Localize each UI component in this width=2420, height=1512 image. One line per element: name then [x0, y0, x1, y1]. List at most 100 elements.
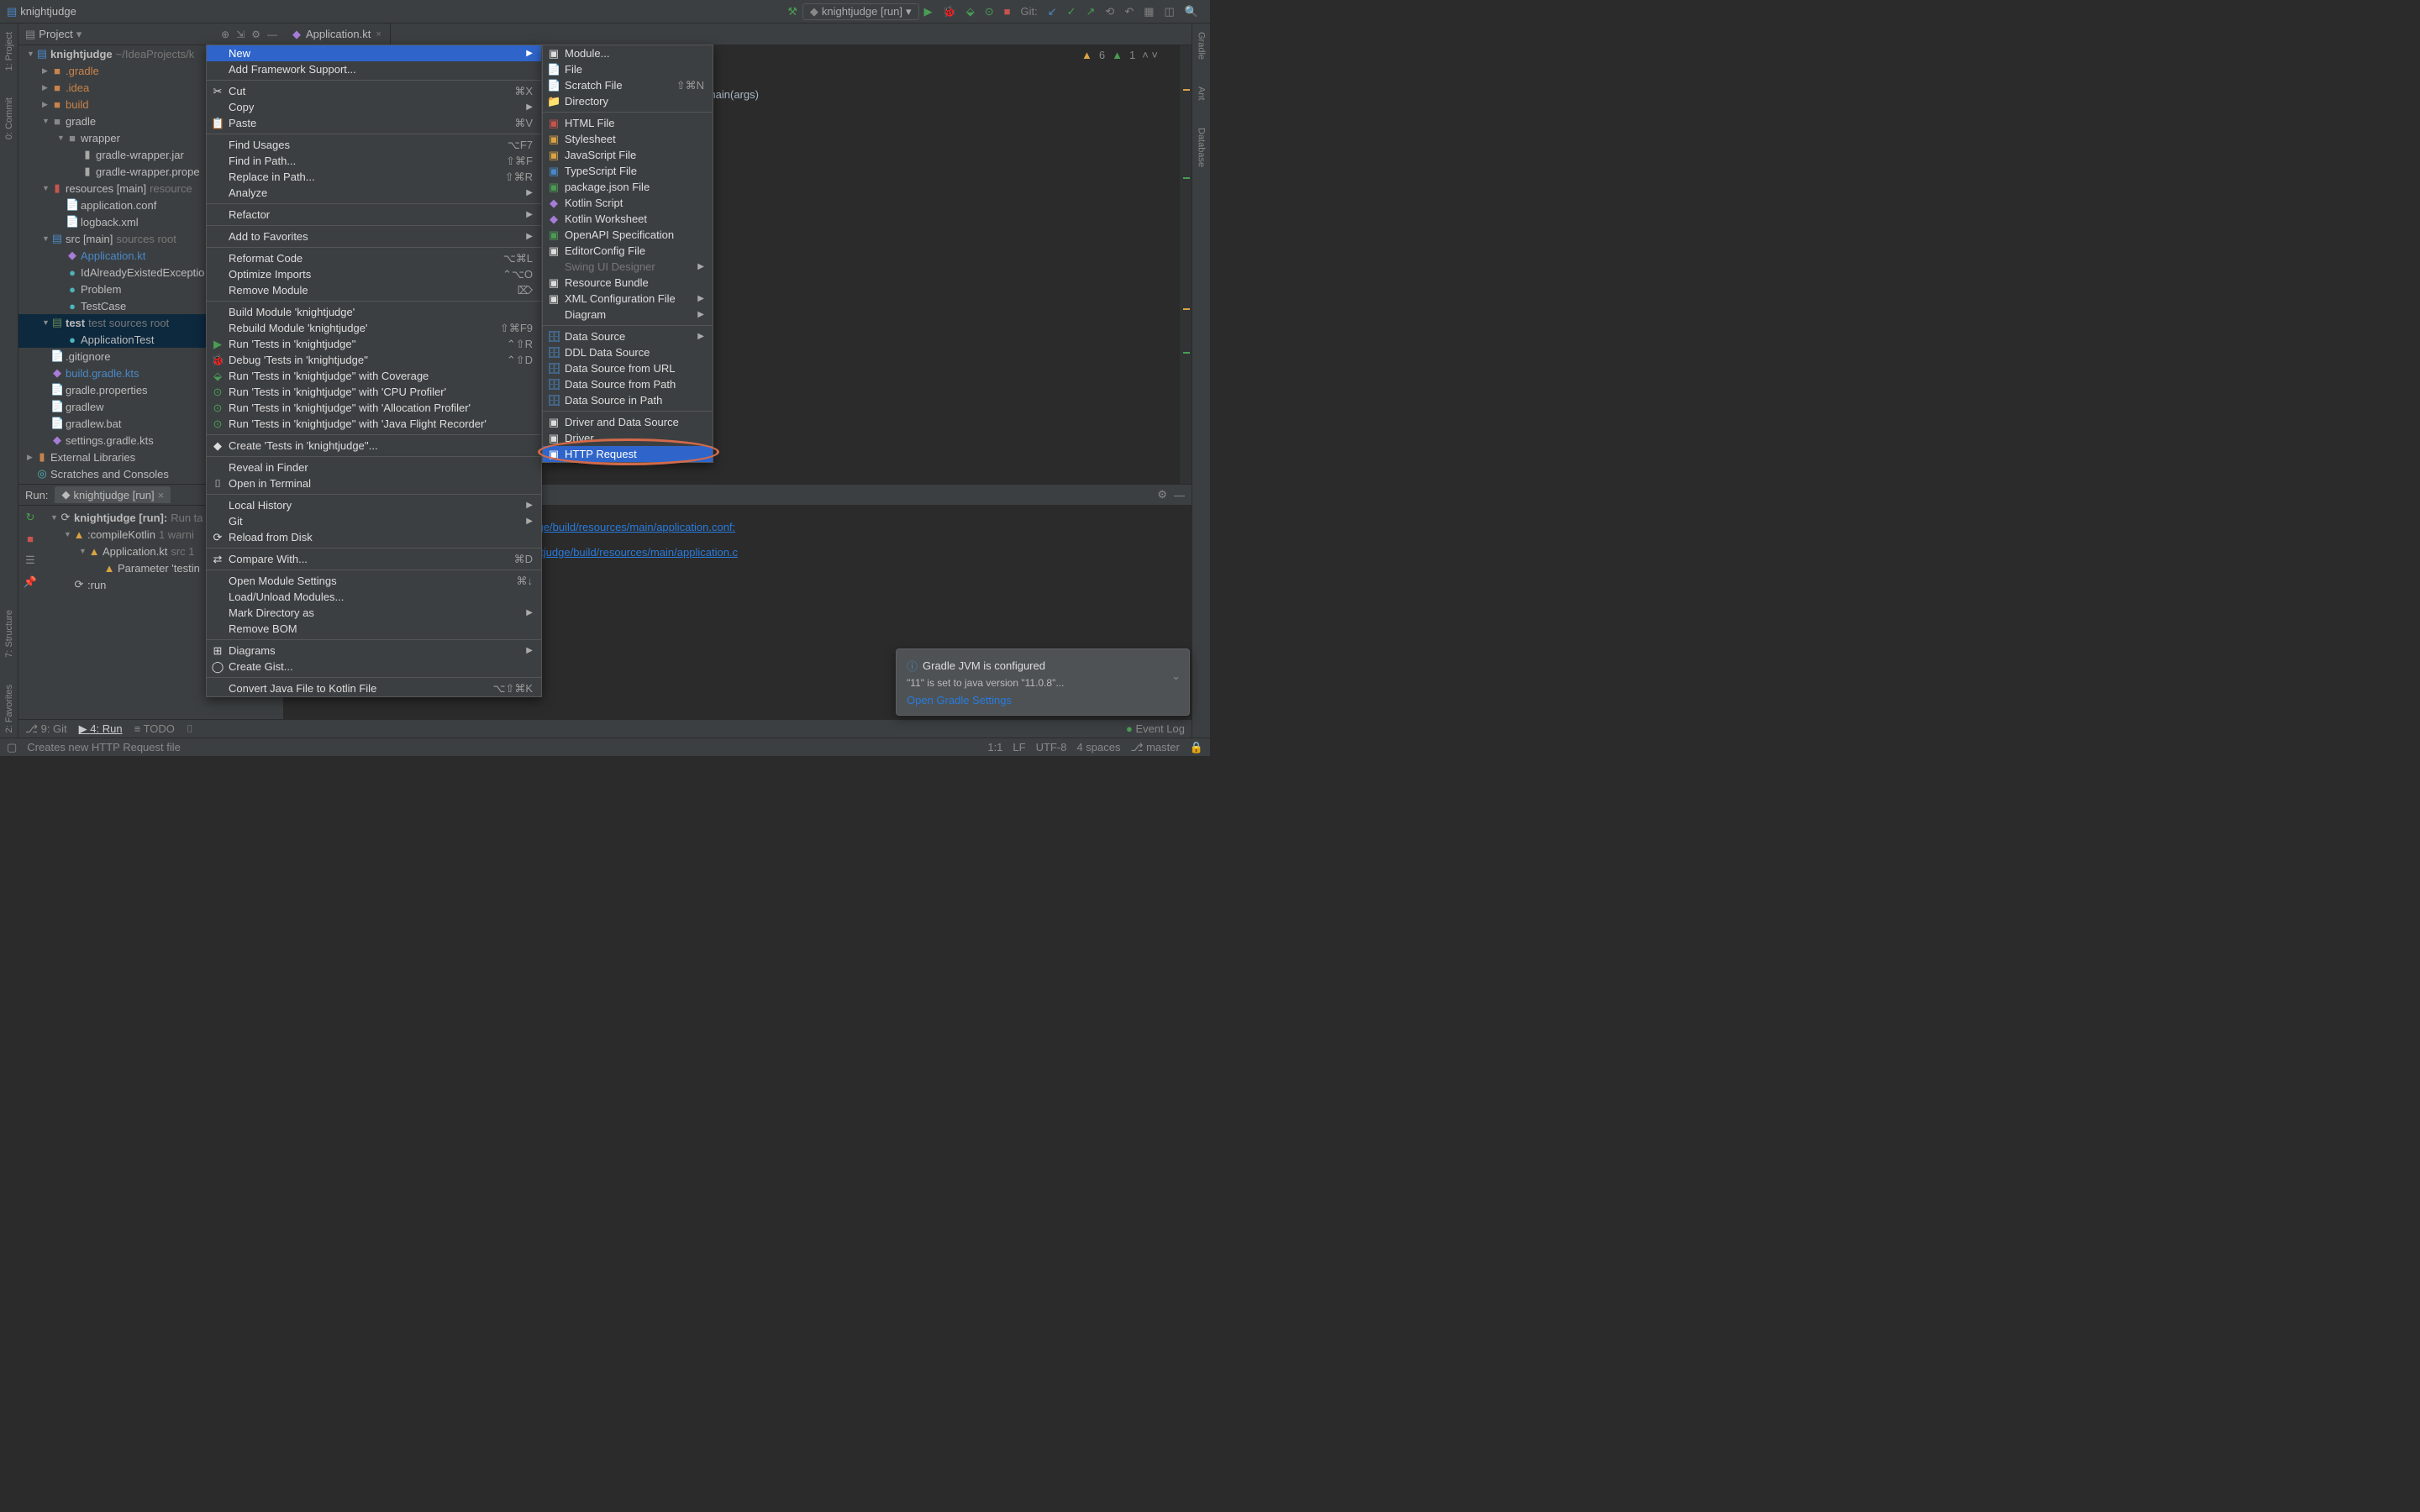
submenu-ddl[interactable]: 🗄DDL Data Source	[543, 344, 713, 360]
submenu-html[interactable]: ▣HTML File	[543, 115, 713, 131]
chevron-down-icon[interactable]: ▾	[76, 28, 82, 41]
gear-icon[interactable]: ⚙	[1157, 488, 1167, 501]
menu-convert-kotlin[interactable]: Convert Java File to Kotlin File⌥⇧⌘K	[207, 680, 541, 696]
submenu-file[interactable]: 📄File	[543, 61, 713, 77]
chevron-down-icon[interactable]: ⌄	[1171, 669, 1181, 683]
new-submenu[interactable]: ▣Module... 📄File 📄Scratch File⇧⌘N 📁Direc…	[542, 45, 713, 463]
git-history-icon[interactable]: ⟲	[1105, 5, 1114, 18]
run-tab[interactable]: ◆ knightjudge [run] ×	[55, 486, 171, 503]
hide-icon[interactable]: —	[1174, 489, 1185, 501]
menu-build-module[interactable]: Build Module 'knightjudge'	[207, 304, 541, 320]
context-menu[interactable]: New▶ Add Framework Support... ✂Cut⌘X Cop…	[206, 45, 542, 697]
menu-reload[interactable]: ⟳Reload from Disk	[207, 529, 541, 545]
terminal-tool[interactable]: ⌷	[187, 722, 193, 736]
submenu-package-json[interactable]: ▣package.json File	[543, 179, 713, 195]
git-rollback-icon[interactable]: ↶	[1124, 5, 1134, 18]
submenu-ts[interactable]: ▣TypeScript File	[543, 163, 713, 179]
menu-reveal[interactable]: Reveal in Finder	[207, 459, 541, 475]
editor-minimap[interactable]	[1180, 45, 1192, 484]
hide-icon[interactable]: —	[267, 29, 277, 40]
submenu-directory[interactable]: 📁Directory	[543, 93, 713, 109]
submenu-driver[interactable]: ▣Driver	[543, 430, 713, 446]
stop-icon[interactable]: ■	[1004, 5, 1011, 18]
run-tool[interactable]: ▶ 4: Run	[79, 722, 123, 736]
ide-layout-icon[interactable]: ◫	[1165, 5, 1175, 18]
git-commit-icon[interactable]: ✓	[1067, 5, 1076, 18]
menu-find-usages[interactable]: Find Usages⌥F7	[207, 137, 541, 153]
indent[interactable]: 4 spaces	[1076, 741, 1120, 753]
menu-new[interactable]: New▶	[207, 45, 541, 61]
search-icon[interactable]: 🔍	[1185, 5, 1198, 18]
menu-run-jfr[interactable]: ⊙Run 'Tests in 'knightjudge'' with 'Java…	[207, 416, 541, 432]
menu-create-tests[interactable]: ◆Create 'Tests in 'knightjudge''...	[207, 438, 541, 454]
submenu-js[interactable]: ▣JavaScript File	[543, 147, 713, 163]
menu-cut[interactable]: ✂Cut⌘X	[207, 83, 541, 99]
menu-create-gist[interactable]: ◯Create Gist...	[207, 659, 541, 675]
tool-favorites[interactable]: 2: Favorites	[4, 680, 14, 738]
menu-mark-directory[interactable]: Mark Directory as▶	[207, 605, 541, 621]
menu-debug-tests[interactable]: 🐞Debug 'Tests in 'knightjudge''⌃⇧D	[207, 352, 541, 368]
submenu-http-request[interactable]: ▣HTTP Request	[543, 446, 713, 462]
chevron-icon[interactable]: ˄ ˅	[1142, 49, 1158, 61]
submenu-scratch[interactable]: 📄Scratch File⇧⌘N	[543, 77, 713, 93]
status-icon[interactable]: ▢	[7, 741, 17, 754]
hammer-icon[interactable]: ⚒	[787, 5, 797, 18]
submenu-openapi[interactable]: ▣OpenAPI Specification	[543, 227, 713, 243]
coverage-icon[interactable]: ⬙	[966, 5, 975, 18]
menu-open-module-settings[interactable]: Open Module Settings⌘↓	[207, 573, 541, 589]
ide-settings-icon[interactable]: ▦	[1144, 5, 1154, 18]
menu-paste[interactable]: 📋Paste⌘V	[207, 115, 541, 131]
menu-analyze[interactable]: Analyze▶	[207, 185, 541, 201]
submenu-stylesheet[interactable]: ▣Stylesheet	[543, 131, 713, 147]
inspection-widget[interactable]: ▲6 ▲1 ˄ ˅	[1081, 49, 1158, 61]
event-log[interactable]: ● Event Log	[1126, 722, 1185, 735]
cursor-position[interactable]: 1:1	[987, 741, 1002, 753]
submenu-ds-url[interactable]: 🗄Data Source from URL	[543, 360, 713, 376]
tool-database[interactable]: Database	[1197, 123, 1207, 172]
menu-remove-module[interactable]: Remove Module⌦	[207, 282, 541, 298]
menu-replace-in-path[interactable]: Replace in Path...⇧⌘R	[207, 169, 541, 185]
submenu-module[interactable]: ▣Module...	[543, 45, 713, 61]
menu-optimize[interactable]: Optimize Imports⌃⌥O	[207, 266, 541, 282]
submenu-ds-in-path[interactable]: 🗄Data Source in Path	[543, 392, 713, 408]
run-icon[interactable]: ▶	[924, 5, 933, 18]
profiler-icon[interactable]: ⊙	[985, 5, 994, 18]
menu-compare[interactable]: ⇄Compare With...⌘D	[207, 551, 541, 567]
git-push-icon[interactable]: ↗	[1086, 5, 1096, 18]
expand-icon[interactable]: ⇲	[236, 29, 245, 40]
submenu-data-source[interactable]: 🗄Data Source▶	[543, 328, 713, 344]
debug-icon[interactable]: 🐞	[943, 5, 956, 18]
lock-icon[interactable]: 🔒	[1190, 741, 1203, 754]
close-icon[interactable]: ×	[376, 29, 381, 39]
pin-icon[interactable]: 📌	[24, 575, 37, 589]
menu-reformat[interactable]: Reformat Code⌥⌘L	[207, 250, 541, 266]
menu-local-history[interactable]: Local History▶	[207, 497, 541, 513]
close-icon[interactable]: ×	[158, 489, 165, 501]
submenu-kotlin-script[interactable]: ◆Kotlin Script	[543, 195, 713, 211]
git-update-icon[interactable]: ↙	[1048, 5, 1057, 18]
menu-copy[interactable]: Copy▶	[207, 99, 541, 115]
menu-remove-bom[interactable]: Remove BOM	[207, 621, 541, 637]
tool-gradle[interactable]: Gradle	[1197, 27, 1207, 65]
git-branch[interactable]: ⎇ master	[1130, 741, 1179, 754]
filter-icon[interactable]: ☰	[25, 554, 35, 567]
run-config-selector[interactable]: ◆ knightjudge [run] ▾	[802, 3, 919, 20]
encoding[interactable]: UTF-8	[1036, 741, 1067, 753]
project-header-label[interactable]: Project	[39, 28, 72, 40]
menu-run-cpu[interactable]: ⊙Run 'Tests in 'knightjudge'' with 'CPU …	[207, 384, 541, 400]
menu-diagrams[interactable]: ⊞Diagrams▶	[207, 643, 541, 659]
line-ending[interactable]: LF	[1013, 741, 1025, 753]
tool-project[interactable]: 1: Project	[4, 27, 14, 76]
menu-refactor[interactable]: Refactor▶	[207, 207, 541, 223]
tool-commit[interactable]: 0: Commit	[4, 92, 14, 144]
menu-open-terminal[interactable]: ⌷Open in Terminal	[207, 475, 541, 491]
menu-git[interactable]: Git▶	[207, 513, 541, 529]
menu-favorites[interactable]: Add to Favorites▶	[207, 228, 541, 244]
tool-ant[interactable]: Ant	[1197, 81, 1207, 106]
git-tool[interactable]: ⎇ 9: Git	[25, 722, 67, 736]
locate-icon[interactable]: ⊕	[221, 29, 229, 40]
submenu-kotlin-worksheet[interactable]: ◆Kotlin Worksheet	[543, 211, 713, 227]
submenu-driver-ds[interactable]: ▣Driver and Data Source	[543, 414, 713, 430]
menu-run-tests[interactable]: ▶Run 'Tests in 'knightjudge''⌃⇧R	[207, 336, 541, 352]
todo-tool[interactable]: ≡ TODO	[134, 722, 175, 735]
